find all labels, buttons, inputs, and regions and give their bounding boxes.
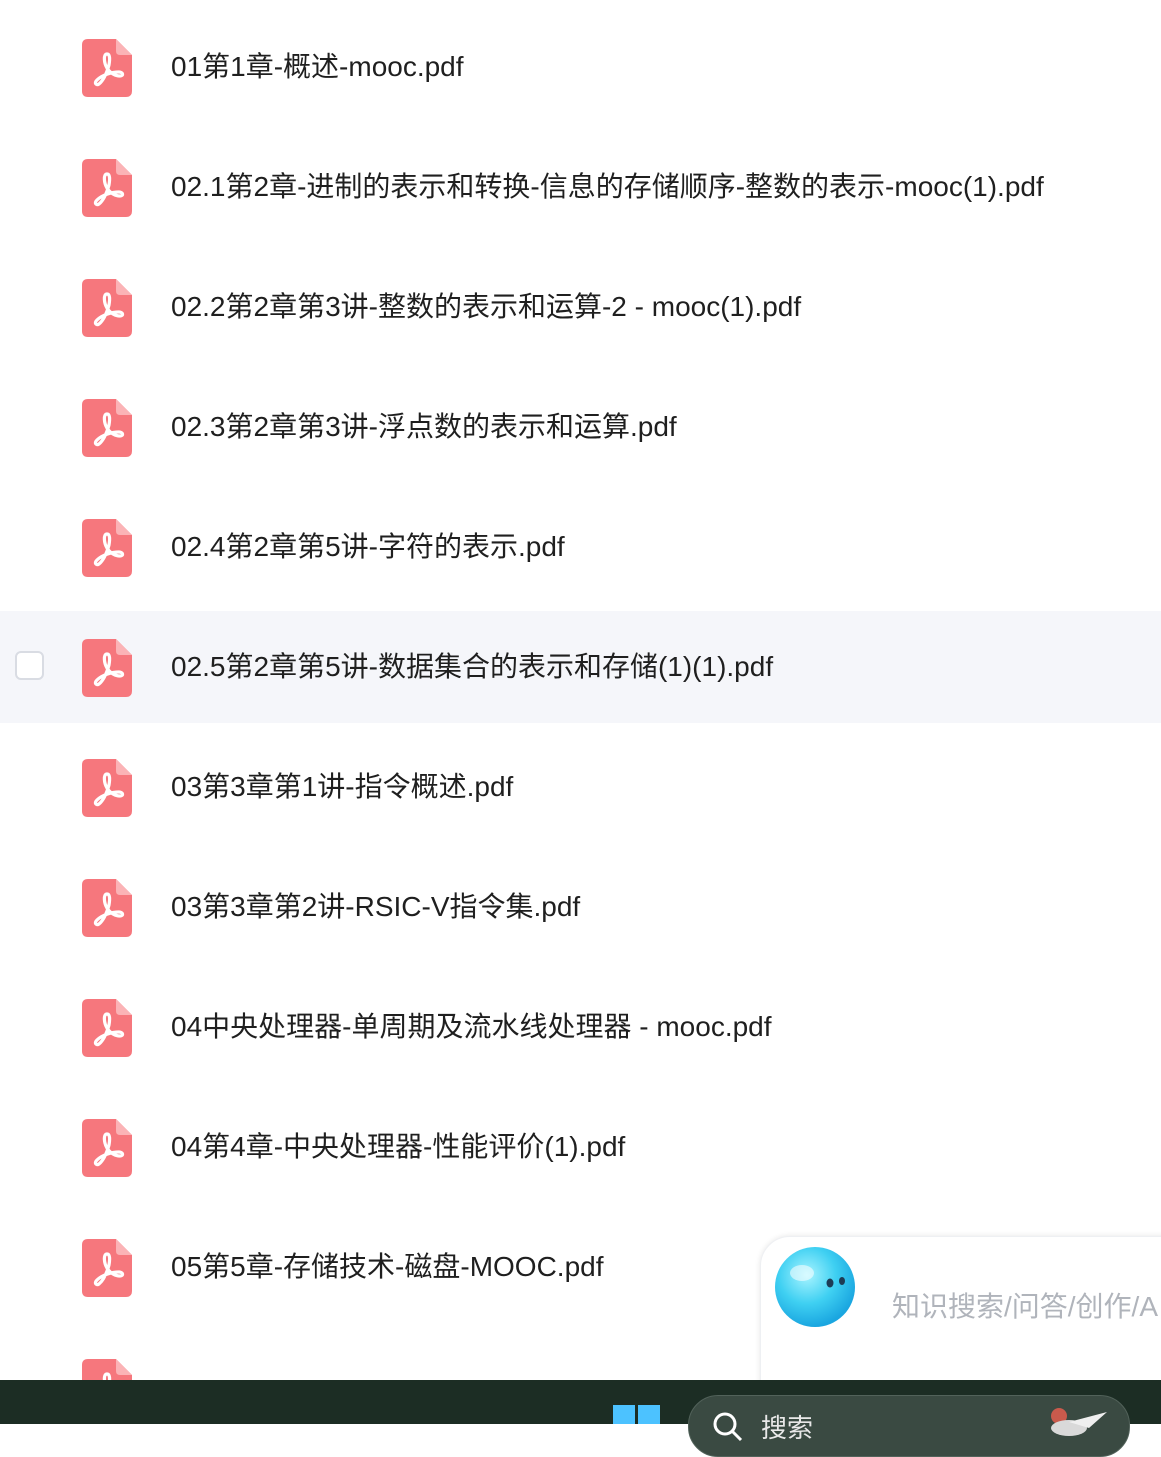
taskbar-search-box[interactable]: 搜索 [688, 1395, 1130, 1457]
search-icon [713, 1412, 743, 1442]
pdf-icon [82, 279, 132, 337]
file-name[interactable]: 02.1第2章-进制的表示和转换-信息的存储顺序-整数的表示-mooc(1).p… [171, 169, 1044, 205]
pdf-icon [82, 639, 132, 697]
file-row[interactable]: 03第3章第1讲-指令概述.pdf [0, 731, 1161, 843]
search-highlight-icon [1051, 1408, 1107, 1436]
file-name[interactable]: 05第5章-存储技术-磁盘-MOOC.pdf [171, 1249, 604, 1285]
row-checkbox[interactable] [15, 651, 44, 680]
pdf-icon [82, 39, 132, 97]
taskbar-search-label: 搜索 [761, 1413, 814, 1443]
windows-start-icon[interactable] [613, 1405, 661, 1424]
file-row[interactable]: 02.1第2章-进制的表示和转换-信息的存储顺序-整数的表示-mooc(1).p… [0, 131, 1161, 243]
file-list: 01第1章-概述-mooc.pdf 02.1第2章-进制的表示和转换-信息的存储顺… [0, 0, 1161, 1380]
pdf-icon [82, 759, 132, 817]
file-name[interactable]: 03第3章第1讲-指令概述.pdf [171, 769, 513, 805]
file-name[interactable]: 02.2第2章第3讲-整数的表示和运算-2 - mooc(1).pdf [171, 289, 801, 325]
assistant-input[interactable]: 知识搜索/问答/创作/A [892, 1285, 1161, 1325]
pdf-icon [82, 999, 132, 1057]
file-row[interactable]: 04第4章-中央处理器-性能评价(1).pdf [0, 1091, 1161, 1203]
file-row[interactable]: 02.3第2章第3讲-浮点数的表示和运算.pdf [0, 371, 1161, 483]
pdf-icon [82, 159, 132, 217]
file-name[interactable]: 01第1章-概述-mooc.pdf [171, 49, 464, 85]
pdf-icon [82, 519, 132, 577]
file-name[interactable]: 02.5第2章第5讲-数据集合的表示和存储(1)(1).pdf [171, 649, 773, 685]
file-name[interactable]: 03第3章第2讲-RSIC-V指令集.pdf [171, 889, 580, 925]
file-row[interactable]: 04中央处理器-单周期及流水线处理器 - mooc.pdf [0, 971, 1161, 1083]
pdf-icon [82, 879, 132, 937]
file-row[interactable]: 01第1章-概述-mooc.pdf [0, 11, 1161, 123]
assistant-avatar-icon[interactable] [772, 1243, 860, 1331]
file-row[interactable]: 03第3章第2讲-RSIC-V指令集.pdf [0, 851, 1161, 963]
file-name[interactable]: 02.3第2章第3讲-浮点数的表示和运算.pdf [171, 409, 677, 445]
pdf-icon [82, 1359, 132, 1380]
pdf-icon [82, 399, 132, 457]
file-name[interactable]: 04中央处理器-单周期及流水线处理器 - mooc.pdf [171, 1009, 772, 1045]
file-name[interactable]: 02.4第2章第5讲-字符的表示.pdf [171, 529, 565, 565]
file-row[interactable]: 02.4第2章第5讲-字符的表示.pdf [0, 491, 1161, 603]
pdf-icon [82, 1119, 132, 1177]
file-row[interactable]: 02.5第2章第5讲-数据集合的表示和存储(1)(1).pdf [0, 611, 1161, 723]
file-row[interactable]: 02.2第2章第3讲-整数的表示和运算-2 - mooc(1).pdf [0, 251, 1161, 363]
file-name[interactable]: 04第4章-中央处理器-性能评价(1).pdf [171, 1129, 625, 1165]
pdf-icon [82, 1239, 132, 1297]
